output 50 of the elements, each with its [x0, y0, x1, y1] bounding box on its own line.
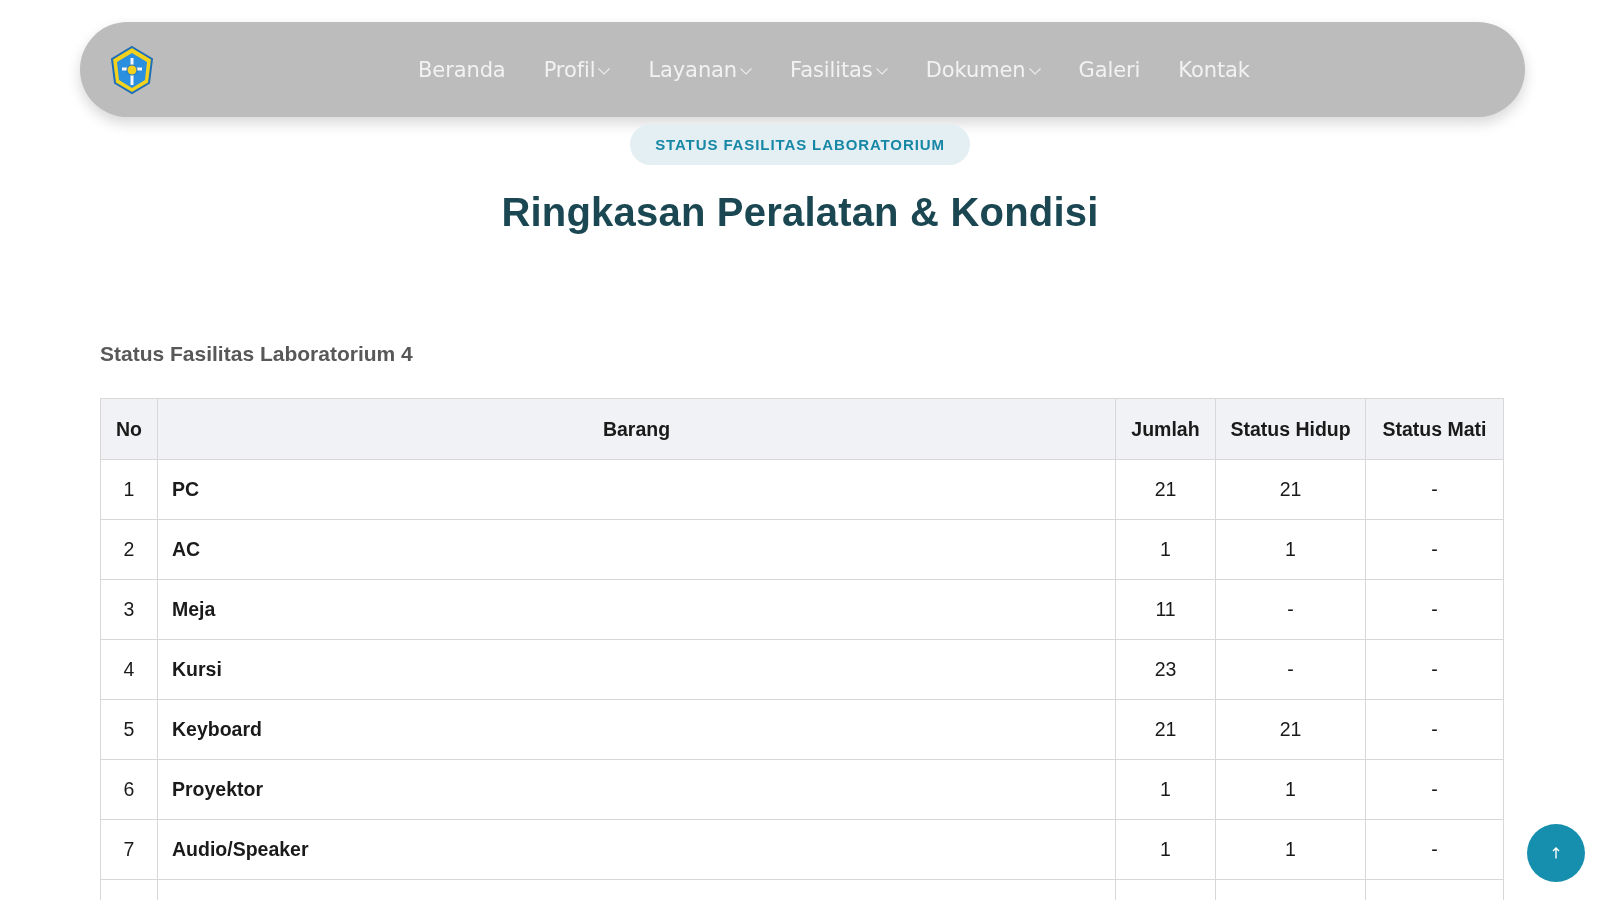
table-cell: - [1365, 459, 1504, 520]
table-cell: 2 [100, 519, 158, 580]
table-cell: 11 [1115, 579, 1216, 640]
table-cell: 1 [1215, 519, 1366, 580]
table-cell: 1 [1115, 759, 1216, 820]
table-cell: 21 [1215, 459, 1366, 520]
table-cell: 1 [1115, 819, 1216, 880]
column-header: Status Mati [1365, 398, 1504, 460]
scroll-to-top-button[interactable] [1527, 824, 1585, 882]
table-cell: 1 [100, 459, 158, 520]
table-cell: Kursi [157, 639, 1116, 700]
table-cell: 6 [100, 759, 158, 820]
column-header: Barang [157, 398, 1116, 460]
table-cell: 21 [1115, 699, 1216, 760]
section-badge: STATUS FASILITAS LABORATORIUM [630, 124, 970, 165]
page-title: Ringkasan Peralatan & Kondisi [500, 189, 1100, 236]
table-cell: - [1365, 519, 1504, 580]
table-cell: 5 [100, 699, 158, 760]
table-cell: - [1215, 579, 1366, 640]
table-cell: Proyektor [157, 759, 1116, 820]
column-header: No [100, 398, 158, 460]
chevron-down-icon [1028, 67, 1041, 75]
table-cell: - [1365, 639, 1504, 700]
chevron-down-icon [875, 67, 888, 75]
table-cell: 7 [100, 819, 158, 880]
table-cell: Meja [157, 579, 1116, 640]
table-cell: 23 [1115, 639, 1216, 700]
column-header: Jumlah [1115, 398, 1216, 460]
table-cell: AC [157, 519, 1116, 580]
table-cell: Keyboard [157, 699, 1116, 760]
table-cell: 4 [100, 639, 158, 700]
table-cell: - [1365, 579, 1504, 640]
table-cell: Audio/Speaker [157, 819, 1116, 880]
table-cell: - [1215, 639, 1366, 700]
table-cell: 3 [100, 579, 158, 640]
table-cell: 1 [1215, 819, 1366, 880]
chevron-down-icon [598, 67, 611, 75]
section-title: Status Fasilitas Laboratorium 4 [100, 341, 414, 367]
table-cell: 1 [1115, 519, 1216, 580]
table-cell: - [1365, 699, 1504, 760]
table-cell: 21 [1215, 699, 1366, 760]
table-cell: 21 [1115, 459, 1216, 520]
table-cell: - [1365, 759, 1504, 820]
table-cell: PC [157, 459, 1116, 520]
table-cell: 1 [1215, 759, 1366, 820]
shield-logo-icon[interactable] [109, 44, 155, 95]
table-cell: - [1365, 819, 1504, 880]
column-header: Status Hidup [1215, 398, 1366, 460]
chevron-down-icon [740, 67, 753, 75]
arrow-up-icon [1552, 847, 1560, 859]
